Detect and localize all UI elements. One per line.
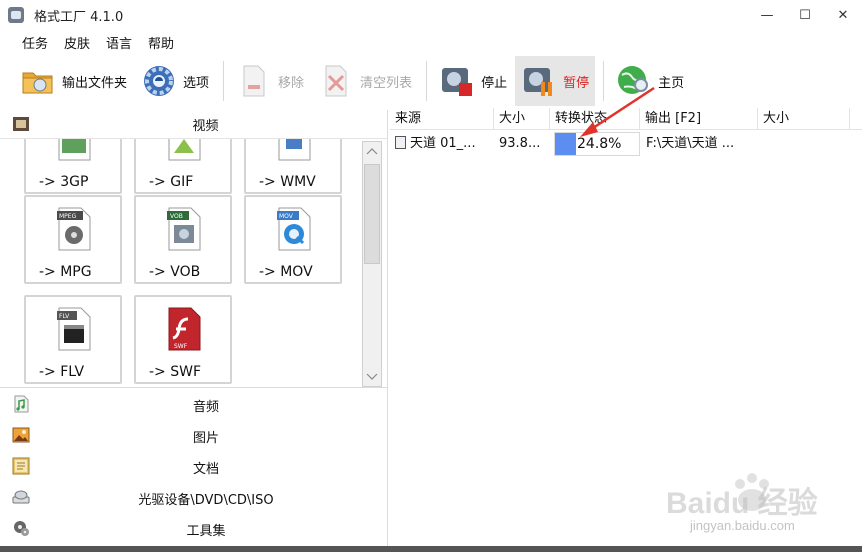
- mpeg-file-icon: MPEG: [56, 207, 92, 251]
- wmv-file-icon: [276, 139, 312, 161]
- document-icon: [12, 457, 30, 475]
- format-tile-wmv[interactable]: -> WMV: [244, 139, 342, 194]
- format-tile-gif[interactable]: -> GIF: [134, 139, 232, 194]
- format-tile-3gp[interactable]: -> 3GP: [24, 139, 122, 194]
- pause-button[interactable]: 暂停: [515, 56, 596, 106]
- scroll-down-icon[interactable]: [363, 368, 381, 386]
- category-toolbox[interactable]: 工具集: [0, 514, 388, 545]
- column-size[interactable]: 大小: [494, 108, 550, 130]
- remove-file-icon: [236, 63, 272, 99]
- gear-icon: [141, 63, 177, 99]
- audio-icon: [12, 395, 30, 413]
- svg-text:FLV: FLV: [59, 313, 70, 320]
- menu-language[interactable]: 语言: [106, 33, 132, 52]
- title-bar: 格式工厂 4.1.0 — ☐ ✕: [0, 0, 862, 30]
- app-icon: [8, 7, 24, 23]
- menu-task[interactable]: 任务: [22, 33, 48, 52]
- progress-bar: [555, 133, 576, 155]
- gif-file-icon: [166, 139, 202, 161]
- home-button[interactable]: 主页: [610, 56, 690, 106]
- scroll-up-icon[interactable]: [363, 142, 381, 160]
- scroll-thumb[interactable]: [364, 164, 380, 264]
- svg-text:SWF: SWF: [174, 343, 188, 350]
- category-picture[interactable]: 图片: [0, 421, 388, 452]
- format-tile-vob[interactable]: VOB -> VOB: [134, 195, 232, 284]
- task-output-size: [758, 132, 850, 156]
- category-disc[interactable]: 光驱设备\DVD\CD\ISO: [0, 483, 388, 514]
- 3gp-file-icon: [56, 139, 92, 161]
- menu-help[interactable]: 帮助: [148, 33, 174, 52]
- format-panel: 视频 -> 3GP -> GIF -> WMV MPEG -> MPG VOB …: [0, 110, 388, 546]
- format-tile-mov[interactable]: MOV -> MOV: [244, 195, 342, 284]
- remove-button[interactable]: 移除: [230, 56, 310, 106]
- progress-text: 24.8%: [577, 136, 622, 152]
- table-header: 来源 大小 转换状态 输出 [F2] 大小: [390, 108, 862, 130]
- task-source: 天道 01_...: [390, 132, 494, 156]
- task-progress: 24.8%: [554, 132, 640, 156]
- table-row[interactable]: 天道 01_... 93.8... 24.8% F:\天道\天道 ...: [390, 132, 862, 156]
- task-size: 93.8...: [499, 136, 541, 151]
- category-audio[interactable]: 音频: [0, 390, 388, 421]
- flv-file-icon: FLV: [56, 307, 92, 351]
- bottom-border: [0, 546, 862, 552]
- clear-list-button[interactable]: 清空列表: [312, 56, 418, 106]
- task-output: F:\天道\天道 ...: [646, 136, 735, 151]
- column-status[interactable]: 转换状态: [550, 108, 640, 130]
- format-tile-swf[interactable]: SWF -> SWF: [134, 295, 232, 384]
- svg-text:MOV: MOV: [279, 213, 294, 220]
- picture-icon: [12, 426, 30, 444]
- category-document[interactable]: 文档: [0, 452, 388, 483]
- pause-icon: [521, 63, 557, 99]
- category-list: 音频 图片 文档 光驱设备\DVD\CD\ISO 工具集: [0, 390, 388, 545]
- disc-drive-icon: [12, 488, 30, 506]
- format-tile-flv[interactable]: FLV -> FLV: [24, 295, 122, 384]
- clear-list-icon: [318, 63, 354, 99]
- window-title: 格式工厂 4.1.0: [34, 9, 124, 25]
- menu-skin[interactable]: 皮肤: [64, 33, 90, 52]
- toolbar: 输出文件夹 选项 移除 清空列表 停止 暂停 主页: [0, 54, 862, 108]
- vob-file-icon: VOB: [166, 207, 202, 251]
- category-video[interactable]: 视频: [0, 110, 387, 138]
- menu-bar: 任务 皮肤 语言 帮助: [0, 30, 182, 54]
- column-output[interactable]: 输出 [F2]: [640, 108, 758, 130]
- options-button[interactable]: 选项: [135, 56, 215, 106]
- maximize-button[interactable]: ☐: [786, 0, 824, 30]
- toolbox-icon: [12, 519, 30, 537]
- format-scrollbar[interactable]: [362, 141, 382, 387]
- video-format-grid: -> 3GP -> GIF -> WMV MPEG -> MPG VOB -> …: [0, 138, 388, 388]
- stop-icon: [439, 63, 475, 99]
- globe-icon: [616, 63, 652, 99]
- format-tile-mpg[interactable]: MPEG -> MPG: [24, 195, 122, 284]
- swf-file-icon: SWF: [166, 307, 202, 351]
- watermark-url: jingyan.baidu.com: [690, 518, 795, 533]
- watermark-brand: Baidu 经验: [666, 487, 818, 520]
- stop-button[interactable]: 停止: [433, 56, 513, 106]
- svg-text:VOB: VOB: [170, 213, 183, 220]
- toolbar-separator: [426, 61, 428, 101]
- toolbar-separator: [223, 61, 225, 101]
- video-file-icon: [395, 136, 406, 149]
- column-output-size[interactable]: 大小: [758, 108, 850, 130]
- column-source[interactable]: 来源: [390, 108, 494, 130]
- toolbar-separator: [603, 61, 605, 101]
- close-button[interactable]: ✕: [824, 0, 862, 30]
- mov-file-icon: MOV: [276, 207, 312, 251]
- video-icon: [12, 115, 30, 133]
- output-folder-button[interactable]: 输出文件夹: [14, 56, 133, 106]
- minimize-button[interactable]: —: [748, 0, 786, 30]
- svg-text:MPEG: MPEG: [59, 213, 77, 220]
- folder-icon: [20, 63, 56, 99]
